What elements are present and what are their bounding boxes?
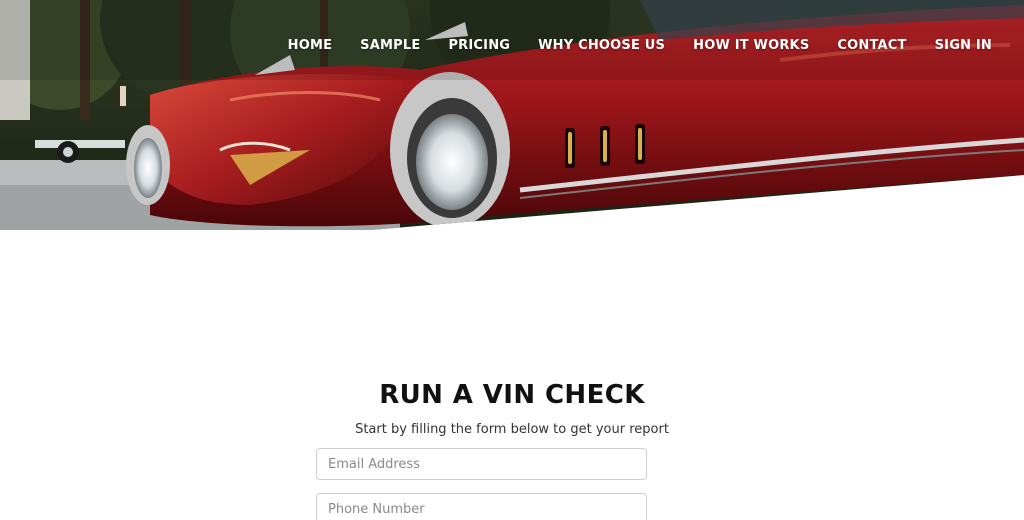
nav-why-choose-us[interactable]: WHY CHOOSE US [538, 38, 665, 53]
page: HOME SAMPLE PRICING WHY CHOOSE US HOW IT… [0, 0, 1024, 520]
nav-home[interactable]: HOME [288, 38, 333, 53]
form-subtitle: Start by filling the form below to get y… [355, 422, 669, 437]
phone-field[interactable] [316, 493, 647, 520]
page-title: RUN A VIN CHECK [379, 380, 645, 410]
nav-pricing[interactable]: PRICING [448, 38, 510, 53]
main-nav: HOME SAMPLE PRICING WHY CHOOSE US HOW IT… [288, 38, 992, 53]
hero-car-image [0, 0, 1024, 230]
email-field[interactable] [316, 448, 647, 480]
nav-sample[interactable]: SAMPLE [360, 38, 420, 53]
nav-contact[interactable]: CONTACT [837, 38, 906, 53]
vin-check-form: RUN A VIN CHECK Start by filling the for… [0, 370, 1024, 520]
hero-banner [0, 0, 1024, 230]
nav-sign-in[interactable]: SIGN IN [935, 38, 992, 53]
nav-how-it-works[interactable]: HOW IT WORKS [693, 38, 809, 53]
